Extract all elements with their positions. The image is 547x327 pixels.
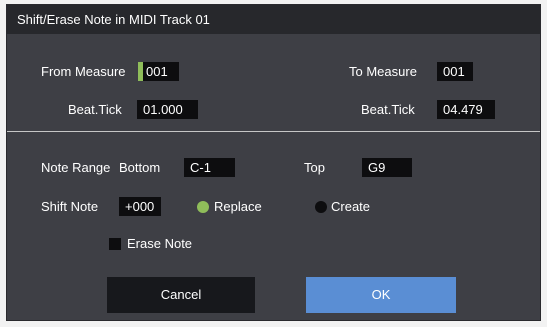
section-divider — [7, 131, 540, 132]
note-range-top-label: Top — [304, 160, 325, 175]
shift-erase-note-dialog: Shift/Erase Note in MIDI Track 01 From M… — [6, 4, 541, 321]
from-beat-tick-field[interactable]: 01.000 — [137, 100, 198, 119]
create-radio[interactable] — [315, 201, 327, 213]
from-measure-field[interactable]: 001 — [138, 62, 179, 81]
ok-button[interactable]: OK — [306, 277, 456, 313]
note-range-label: Note Range — [41, 160, 111, 175]
dialog-title: Shift/Erase Note in MIDI Track 01 — [7, 5, 540, 34]
note-range-bottom-field[interactable]: C-1 — [184, 158, 235, 177]
note-range-bottom-label: Bottom — [119, 160, 161, 175]
replace-label[interactable]: Replace — [214, 199, 262, 215]
erase-note-checkbox[interactable] — [109, 238, 121, 250]
erase-note-label[interactable]: Erase Note — [127, 236, 192, 252]
to-beat-tick-field[interactable]: 04.479 — [437, 100, 495, 119]
note-range-top-field[interactable]: G9 — [362, 158, 412, 177]
to-beat-tick-label: Beat.Tick — [361, 102, 415, 117]
from-measure-label: From Measure — [41, 64, 126, 79]
to-measure-field[interactable]: 001 — [437, 62, 473, 81]
from-beat-tick-label: Beat.Tick — [68, 102, 122, 117]
create-label[interactable]: Create — [331, 199, 370, 215]
shift-note-label: Shift Note — [41, 199, 99, 214]
replace-radio[interactable] — [197, 201, 209, 213]
shift-note-field[interactable]: +000 — [119, 197, 161, 216]
to-measure-label: To Measure — [349, 64, 417, 79]
cancel-button[interactable]: Cancel — [107, 277, 255, 313]
